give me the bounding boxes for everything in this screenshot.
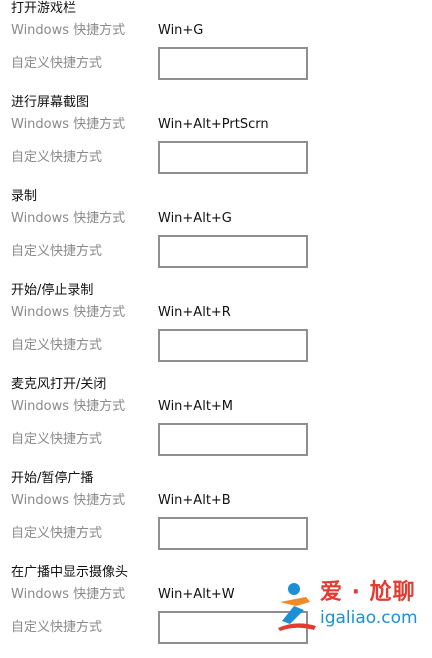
- custom-shortcut-label: 自定义快捷方式: [11, 56, 103, 71]
- shortcut-section: 麦克风打开/关闭 Windows 快捷方式 Win+Alt+M 自定义快捷方式: [11, 376, 432, 470]
- custom-shortcut-input[interactable]: [158, 47, 308, 80]
- custom-shortcut-input[interactable]: [158, 235, 308, 268]
- section-title: 录制: [11, 189, 38, 204]
- windows-shortcut-value: Win+Alt+B: [158, 493, 231, 508]
- shortcut-section: 打开游戏栏 Windows 快捷方式 Win+G 自定义快捷方式: [11, 0, 432, 94]
- custom-shortcut-input[interactable]: [158, 329, 308, 362]
- section-title: 开始/停止录制: [11, 283, 94, 298]
- custom-shortcut-input[interactable]: [158, 141, 308, 174]
- section-title: 在广播中显示摄像头: [11, 565, 129, 580]
- shortcut-section: 开始/停止录制 Windows 快捷方式 Win+Alt+R 自定义快捷方式: [11, 282, 432, 376]
- windows-shortcut-label: Windows 快捷方式: [11, 117, 126, 132]
- section-title: 麦克风打开/关闭: [11, 377, 107, 392]
- custom-shortcut-label: 自定义快捷方式: [11, 526, 103, 541]
- shortcut-list: 打开游戏栏 Windows 快捷方式 Win+G 自定义快捷方式 进行屏幕截图 …: [11, 0, 432, 658]
- windows-shortcut-value: Win+Alt+PrtScrn: [158, 117, 269, 132]
- windows-shortcut-value: Win+Alt+G: [158, 211, 232, 226]
- custom-shortcut-label: 自定义快捷方式: [11, 150, 103, 165]
- windows-shortcut-label: Windows 快捷方式: [11, 23, 126, 38]
- section-title: 打开游戏栏: [11, 1, 77, 16]
- windows-shortcut-value: Win+Alt+M: [158, 399, 234, 414]
- windows-shortcut-label: Windows 快捷方式: [11, 493, 126, 508]
- custom-shortcut-label: 自定义快捷方式: [11, 432, 103, 447]
- watermark-logo-icon: [278, 583, 316, 631]
- custom-shortcut-input[interactable]: [158, 423, 308, 456]
- windows-shortcut-label: Windows 快捷方式: [11, 211, 126, 226]
- watermark: 爱 · 尬聊 igaliao.com: [276, 580, 426, 635]
- shortcut-section: 进行屏幕截图 Windows 快捷方式 Win+Alt+PrtScrn 自定义快…: [11, 94, 432, 188]
- section-title: 进行屏幕截图: [11, 95, 90, 110]
- windows-shortcut-label: Windows 快捷方式: [11, 305, 126, 320]
- windows-shortcut-value: Win+G: [158, 23, 204, 38]
- custom-shortcut-label: 自定义快捷方式: [11, 620, 103, 635]
- shortcut-section: 开始/暂停广播 Windows 快捷方式 Win+Alt+B 自定义快捷方式: [11, 470, 432, 564]
- custom-shortcut-input[interactable]: [158, 517, 308, 550]
- section-title: 开始/暂停广播: [11, 471, 94, 486]
- windows-shortcut-label: Windows 快捷方式: [11, 399, 126, 414]
- windows-shortcut-label: Windows 快捷方式: [11, 587, 126, 602]
- windows-shortcut-value: Win+Alt+R: [158, 305, 231, 320]
- watermark-url: igaliao.com: [320, 608, 418, 628]
- windows-shortcut-value: Win+Alt+W: [158, 587, 235, 602]
- custom-shortcut-label: 自定义快捷方式: [11, 338, 103, 353]
- watermark-title: 爱 · 尬聊: [320, 580, 416, 605]
- shortcut-section: 录制 Windows 快捷方式 Win+Alt+G 自定义快捷方式: [11, 188, 432, 282]
- custom-shortcut-label: 自定义快捷方式: [11, 244, 103, 259]
